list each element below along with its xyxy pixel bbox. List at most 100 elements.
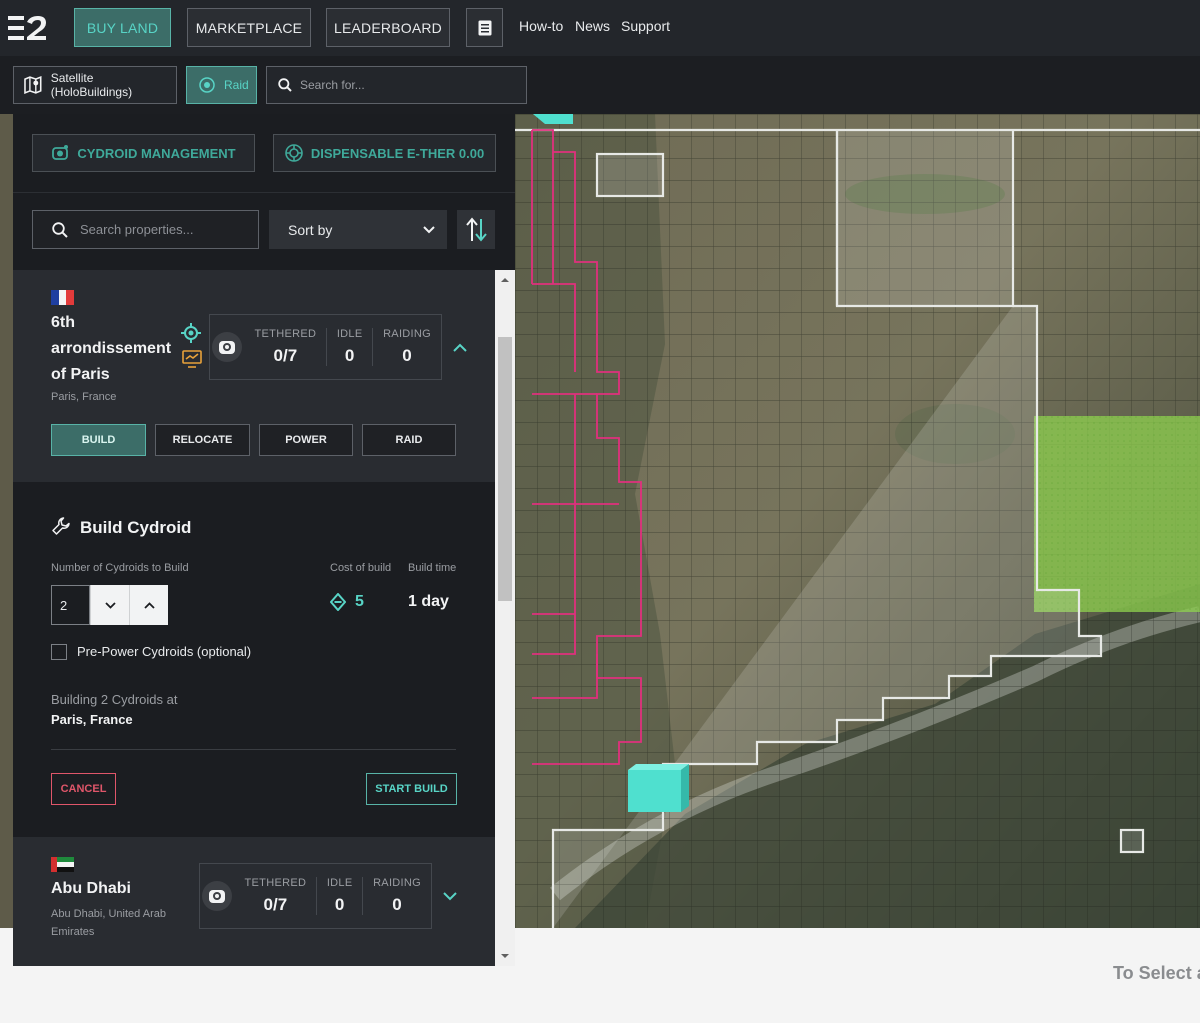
property-location: Abu Dhabi, United Arab Emirates: [51, 908, 166, 938]
wrench-icon: [52, 517, 70, 535]
chevron-down-icon: [104, 601, 116, 609]
map-hint-text: To Select an: [1113, 963, 1200, 983]
prepower-label[interactable]: Pre-Power Cydroids (optional): [77, 644, 251, 659]
stat-idle: IDLE 0: [327, 328, 373, 366]
stat-raiding: RAIDING 0: [363, 877, 431, 915]
relocate-action-button[interactable]: RELOCATE: [155, 424, 250, 456]
start-build-button[interactable]: START BUILD: [366, 773, 457, 805]
build-summary-line: Building 2 Cydroids at: [51, 692, 178, 707]
property-location: Paris, France: [51, 391, 117, 403]
map-left-edge: [0, 114, 13, 928]
property-name: 6th arrondissement of Paris: [51, 314, 172, 383]
cancel-button[interactable]: CANCEL: [51, 773, 116, 805]
news-link[interactable]: News: [575, 18, 610, 34]
build-title: Build Cydroid: [80, 518, 192, 537]
notes-button[interactable]: [466, 8, 503, 47]
chevron-down-icon[interactable]: [443, 892, 457, 901]
stat-label: IDLE: [326, 877, 353, 889]
raid-label: Raid: [224, 78, 249, 92]
stat-tethered: TETHERED 0/7: [245, 328, 327, 366]
cydroid-stats: TETHERED 0/7 IDLE 0 RAIDING 0: [209, 314, 442, 380]
decrement-button[interactable]: [90, 585, 129, 625]
chevron-up-icon: [143, 601, 155, 609]
raid-icon: [199, 77, 215, 93]
satellite-map[interactable]: [515, 114, 1200, 928]
leaderboard-button[interactable]: LEADERBOARD: [326, 8, 450, 47]
cydroid-stats: TETHERED 0/7 IDLE 0 RAIDING 0: [199, 863, 432, 929]
cydroid-count-value[interactable]: 2: [51, 585, 90, 625]
stat-label: RAIDING: [373, 877, 421, 889]
stat-label: RAIDING: [383, 328, 431, 340]
stat-value: 0: [392, 895, 402, 914]
stat-label: TETHERED: [254, 328, 317, 340]
map-search-placeholder: Search for...: [300, 78, 365, 92]
scroll-down-arrow-icon[interactable]: [495, 950, 515, 962]
sort-dropdown[interactable]: Sort by: [269, 210, 447, 249]
property-search-placeholder: Search properties...: [80, 222, 194, 237]
stat-value: 0: [334, 895, 345, 914]
cost-label: Cost of build: [330, 562, 392, 574]
ether-diamond-icon: [330, 593, 346, 611]
dispensable-ether-button[interactable]: DISPENSABLE E-THER 0.00: [273, 134, 496, 172]
cydroid-count-label: Number of Cydroids to Build: [51, 562, 189, 574]
cydroid-icon: [212, 332, 243, 362]
build-time-label: Build time: [408, 562, 457, 574]
stat-idle: IDLE 0: [317, 877, 363, 915]
monitor-chart-icon[interactable]: [182, 350, 202, 368]
scrollbar-thumb[interactable]: [498, 337, 512, 601]
stat-tethered: TETHERED 0/7: [235, 877, 317, 915]
support-link[interactable]: Support: [621, 18, 670, 34]
build-action-button[interactable]: BUILD: [51, 424, 146, 456]
howto-link[interactable]: How-to: [519, 18, 563, 34]
top-navigation-bar: BUY LAND MARKETPLACE LEADERBOARD How-to …: [0, 0, 1200, 56]
stat-raiding: RAIDING 0: [373, 328, 441, 366]
stat-value: 0: [402, 346, 412, 365]
chevron-up-icon[interactable]: [453, 343, 467, 352]
document-icon: [478, 20, 491, 35]
power-action-button[interactable]: POWER: [259, 424, 353, 456]
cost-value: 5: [355, 593, 364, 610]
stat-label: TETHERED: [244, 877, 307, 889]
scroll-up-arrow-icon[interactable]: [495, 274, 515, 286]
buy-land-button[interactable]: BUY LAND: [74, 8, 171, 47]
cydroid-avatar: [200, 880, 235, 912]
divider: [13, 192, 515, 193]
ether-icon: [285, 144, 303, 162]
locate-icon[interactable]: [181, 323, 201, 343]
chevron-down-icon: [423, 225, 435, 233]
sort-direction-button[interactable]: [457, 210, 495, 249]
satellite-toggle[interactable]: Satellite (HoloBuildings): [13, 66, 177, 104]
stat-value: 0: [344, 346, 355, 365]
map-icon: [24, 76, 42, 94]
increment-button[interactable]: [129, 585, 168, 625]
cydroid-count-stepper[interactable]: 2: [51, 585, 169, 625]
e2-logo[interactable]: [8, 14, 48, 42]
sort-label: Sort by: [288, 221, 333, 238]
property-search-input[interactable]: Search properties...: [32, 210, 259, 249]
property-card-paris[interactable]: 6th arrondissement of Paris Paris, Franc…: [13, 270, 495, 482]
map-canvas[interactable]: [515, 114, 1200, 928]
stat-label: IDLE: [336, 328, 363, 340]
uae-flag: [51, 857, 74, 872]
divider: [51, 749, 456, 750]
sort-arrows-icon: [466, 216, 487, 242]
france-flag: [51, 290, 75, 305]
build-summary-place: Paris, France: [51, 712, 133, 727]
dispensable-ether-label: DISPENSABLE E-THER 0.00: [310, 145, 485, 161]
property-card-abu-dhabi[interactable]: Abu Dhabi Abu Dhabi, United Arab Emirate…: [13, 837, 495, 966]
satellite-label: Satellite (HoloBuildings): [50, 71, 133, 99]
raid-action-button[interactable]: RAID: [362, 424, 456, 456]
cydroid-management-label: CYDROID MANAGEMENT: [77, 145, 236, 161]
marketplace-button[interactable]: MARKETPLACE: [187, 8, 311, 47]
panel-scrollbar[interactable]: [495, 270, 515, 966]
property-panel: CYDROID MANAGEMENT DISPENSABLE E-THER 0.…: [13, 114, 515, 966]
build-time-value: 1 day: [408, 593, 449, 610]
stat-value: 0/7: [273, 346, 298, 365]
property-name: Abu Dhabi: [51, 880, 131, 897]
cydroid-management-button[interactable]: CYDROID MANAGEMENT: [32, 134, 255, 172]
map-search-input[interactable]: Search for...: [266, 66, 527, 104]
build-cydroid-section: Build Cydroid Number of Cydroids to Buil…: [13, 482, 495, 837]
prepower-checkbox[interactable]: [51, 644, 67, 660]
raid-toggle[interactable]: Raid: [186, 66, 257, 104]
stat-value: 0/7: [263, 895, 288, 914]
